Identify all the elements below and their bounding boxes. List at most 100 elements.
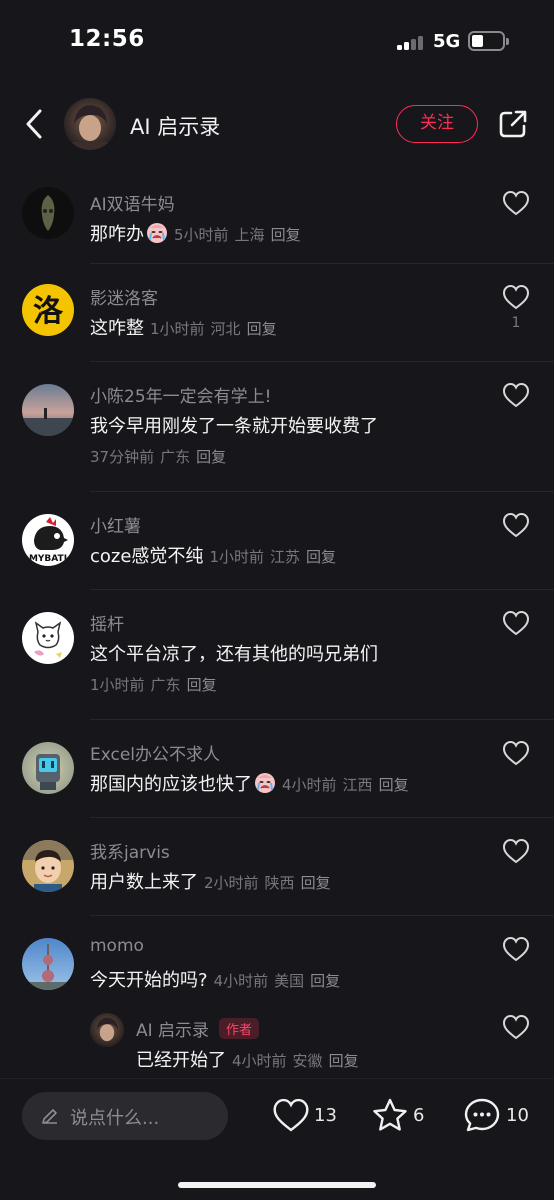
follow-button[interactable]: 关注 bbox=[396, 105, 478, 143]
comment-count: 10 bbox=[506, 1105, 529, 1126]
comment-input-placeholder: 说点什么... bbox=[70, 1108, 160, 1129]
comment-text: 这咋整 1小时前 河北 回复 bbox=[90, 314, 277, 340]
like-button[interactable] bbox=[502, 936, 530, 962]
comment-location: 广东 bbox=[160, 448, 191, 466]
reply-author[interactable]: AI 启示录 作者 bbox=[136, 1016, 260, 1041]
chevron-left-icon bbox=[26, 109, 42, 139]
comment-time: 4小时前 bbox=[282, 776, 337, 794]
reply-time: 4小时前 bbox=[232, 1052, 287, 1070]
reply-button[interactable]: 回复 bbox=[379, 776, 409, 794]
avatar[interactable] bbox=[22, 384, 74, 436]
favorite-action[interactable]: 6 bbox=[371, 1097, 433, 1137]
comment-item: momo 今天开始的吗? 4小时前 美国 回复 AI 启示录 作者 已经开始了 4小时前安… bbox=[0, 916, 554, 1076]
comment-body: 这个平台凉了，还有其他的吗兄弟们 bbox=[90, 644, 378, 665]
like-button[interactable] bbox=[502, 838, 530, 864]
avatar[interactable] bbox=[22, 840, 74, 892]
comment-author[interactable]: 小红薯 bbox=[90, 512, 141, 537]
comment-body: 那咋办 bbox=[90, 224, 144, 245]
like-button[interactable] bbox=[502, 284, 530, 310]
header: AI 启示录 关注 bbox=[0, 92, 554, 156]
heart-icon bbox=[273, 1098, 309, 1132]
battery-icon bbox=[468, 31, 509, 51]
like-button[interactable] bbox=[502, 190, 530, 216]
comment-location: 上海 bbox=[234, 226, 265, 244]
comment-location: 广东 bbox=[150, 676, 181, 694]
reply-button[interactable]: 回复 bbox=[271, 226, 301, 244]
like-action[interactable]: 13 bbox=[272, 1097, 342, 1137]
reply-button[interactable]: 回复 bbox=[306, 548, 336, 566]
back-button[interactable] bbox=[20, 106, 50, 142]
signal-icon bbox=[397, 34, 425, 50]
like-count: 13 bbox=[314, 1105, 337, 1126]
like-count: 1 bbox=[511, 315, 521, 331]
comment-text: coze感觉不纯 1小时前 江苏 回复 bbox=[90, 542, 336, 568]
comment-item: 小陈25年一定会有学上! 我今早用刚发了一条就开始要收费了 37分钟前 广东 回复 bbox=[0, 362, 554, 492]
comment-body: 用户数上来了 bbox=[90, 872, 198, 893]
status-time: 12:56 bbox=[69, 26, 145, 52]
reply-text: 已经开始了 4小时前 安徽 回复 bbox=[136, 1046, 359, 1072]
like-button[interactable] bbox=[502, 382, 530, 408]
network-type: 5G bbox=[433, 31, 461, 52]
reply-like-button[interactable] bbox=[502, 1014, 530, 1040]
comment-input[interactable]: 说点什么... bbox=[22, 1092, 228, 1140]
comment-bubble-icon bbox=[464, 1098, 500, 1132]
comment-author[interactable]: AI双语牛妈 bbox=[90, 190, 175, 215]
comment-author[interactable]: 影迷洛客 bbox=[90, 284, 158, 309]
share-icon bbox=[499, 110, 527, 138]
heart-icon bbox=[502, 512, 530, 538]
comment-item: Excel办公不求人 那国内的应该也快了 4小时前 江西 回复 bbox=[0, 720, 554, 818]
comment-author[interactable]: momo bbox=[90, 936, 144, 956]
heart-icon bbox=[502, 1014, 530, 1040]
reply-author-name: AI 启示录 bbox=[136, 1021, 210, 1041]
share-button[interactable] bbox=[497, 108, 529, 140]
like-button[interactable] bbox=[502, 610, 530, 636]
heart-icon bbox=[502, 936, 530, 962]
comment-list: AI双语牛妈 那咋办 5小时前 上海 回复 洛 影迷洛客 这咋整 1小时前 河北 回复 1 … bbox=[0, 170, 554, 1076]
heart-icon bbox=[502, 740, 530, 766]
reply-button[interactable]: 回复 bbox=[187, 676, 217, 694]
favorite-count: 6 bbox=[413, 1105, 425, 1126]
comment-item: MYBATI 小红薯 coze感觉不纯 1小时前 江苏 回复 bbox=[0, 492, 554, 590]
avatar[interactable] bbox=[22, 742, 74, 794]
heart-icon bbox=[502, 838, 530, 864]
comment-text: 今天开始的吗? 4小时前 美国 回复 bbox=[90, 966, 340, 992]
comment-item: 洛 影迷洛客 这咋整 1小时前 河北 回复 1 bbox=[0, 264, 554, 362]
reply-avatar[interactable] bbox=[90, 1013, 124, 1047]
comment-author[interactable]: Excel办公不求人 bbox=[90, 740, 220, 765]
pencil-icon bbox=[42, 1109, 57, 1124]
comment-location: 江苏 bbox=[269, 548, 300, 566]
author-badge: 作者 bbox=[219, 1018, 260, 1039]
avatar[interactable] bbox=[22, 612, 74, 664]
avatar[interactable]: MYBATI bbox=[22, 514, 74, 566]
comment-action[interactable]: 10 bbox=[463, 1097, 533, 1137]
star-icon bbox=[373, 1098, 407, 1131]
avatar[interactable] bbox=[22, 187, 74, 239]
comment-author[interactable]: 小陈25年一定会有学上! bbox=[90, 382, 271, 407]
comment-time: 1小时前 bbox=[150, 320, 205, 338]
author-avatar[interactable] bbox=[64, 98, 116, 150]
comment-author[interactable]: 我系jarvis bbox=[90, 838, 170, 863]
comment-body: 那国内的应该也快了 bbox=[90, 774, 252, 795]
like-button[interactable] bbox=[502, 512, 530, 538]
comment-body: 今天开始的吗? bbox=[90, 970, 208, 991]
home-indicator[interactable] bbox=[178, 1182, 376, 1188]
avatar[interactable] bbox=[22, 938, 74, 990]
comment-time: 37分钟前 bbox=[90, 448, 155, 466]
reply-button[interactable]: 回复 bbox=[247, 320, 277, 338]
heart-icon bbox=[502, 284, 530, 310]
comment-meta: 1小时前 广东 回复 bbox=[90, 674, 217, 695]
reply-reply-button[interactable]: 回复 bbox=[329, 1052, 359, 1070]
reply-button[interactable]: 回复 bbox=[310, 972, 340, 990]
like-button[interactable] bbox=[502, 740, 530, 766]
reply-button[interactable]: 回复 bbox=[301, 874, 331, 892]
comment-item: 摇杆 这个平台凉了，还有其他的吗兄弟们 1小时前 广东 回复 bbox=[0, 590, 554, 720]
reply-button[interactable]: 回复 bbox=[196, 448, 226, 466]
avatar[interactable]: 洛 bbox=[22, 284, 74, 336]
comment-body: 我今早用刚发了一条就开始要收费了 bbox=[90, 416, 378, 437]
comment-meta: 37分钟前 广东 回复 bbox=[90, 446, 226, 467]
comment-time: 2小时前 bbox=[204, 874, 259, 892]
comment-body: coze感觉不纯 bbox=[90, 546, 204, 567]
comment-location: 美国 bbox=[274, 972, 305, 990]
comment-location: 河北 bbox=[210, 320, 241, 338]
comment-author[interactable]: 摇杆 bbox=[90, 610, 124, 635]
